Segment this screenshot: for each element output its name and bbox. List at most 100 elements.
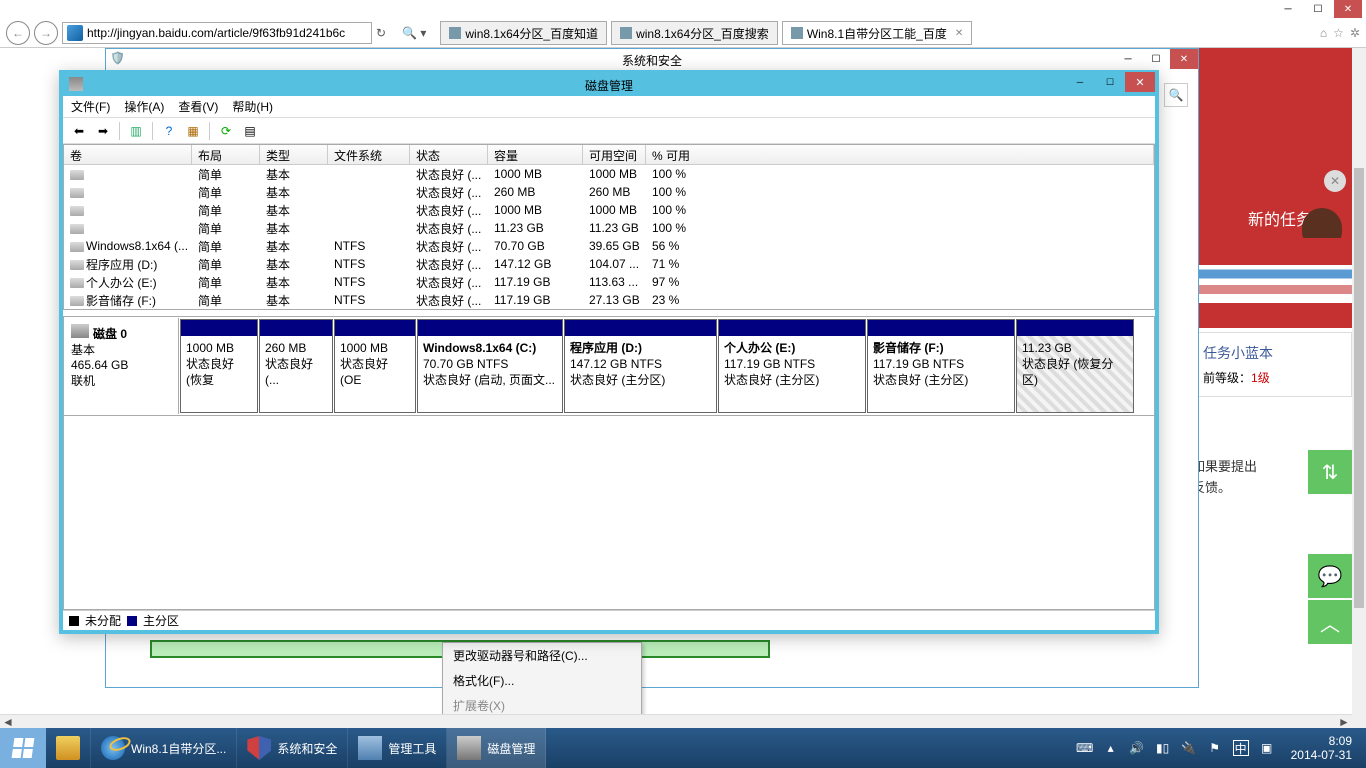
col-header[interactable]: % 可用 [646, 145, 1154, 164]
search-dropdown-icon[interactable]: 🔍 ▾ [402, 26, 426, 40]
volume-row[interactable]: 简单基本状态良好 (...11.23 GB11.23 GB100 % [64, 219, 1154, 237]
address-bar[interactable]: http://jingyan.baidu.com/article/9f63fb9… [62, 22, 372, 44]
volume-icon [70, 224, 84, 234]
search-icon[interactable]: 🔍 [1164, 83, 1188, 107]
toolbar-help-icon[interactable]: ? [159, 121, 179, 141]
browser-tab[interactable]: win8.1x64分区_百度知道 [440, 21, 607, 45]
side-action-top[interactable]: ︿ [1308, 600, 1352, 644]
toolbar-list-icon[interactable]: ▤ [240, 121, 260, 141]
partition-block[interactable]: 11.23 GB状态良好 (恢复分区) [1016, 319, 1134, 413]
browser-maximize-button[interactable]: ☐ [1304, 0, 1332, 18]
context-menu-item[interactable]: 格式化(F)... [443, 668, 641, 693]
partition-block[interactable]: 1000 MB状态良好 (恢复 [180, 319, 258, 413]
taskbar-app-diskmgmt[interactable]: 磁盘管理 [447, 728, 546, 768]
side-action-share[interactable]: ⇅ [1308, 450, 1352, 494]
side-action-comment[interactable]: 💬 [1308, 554, 1352, 598]
partition-block[interactable]: Windows8.1x64 (C:)70.70 GB NTFS状态良好 (启动,… [417, 319, 563, 413]
forward-button[interactable]: → [34, 21, 58, 45]
system-tray: ⌨ ▴ 🔊 ▮▯ 🔌 ⚑ 中 ▣ 8:09 2014-07-31 [1069, 728, 1366, 768]
window-maximize-button[interactable]: ☐ [1142, 49, 1170, 69]
volume-row[interactable]: 简单基本状态良好 (...1000 MB1000 MB100 % [64, 201, 1154, 219]
col-header[interactable]: 状态 [410, 145, 488, 164]
taskbar-app-security[interactable]: 系统和安全 [237, 728, 348, 768]
books-illustration [1192, 238, 1352, 328]
partition-block[interactable]: 程序应用 (D:)147.12 GB NTFS状态良好 (主分区) [564, 319, 717, 413]
context-menu-item[interactable]: 更改驱动器号和路径(C)... [443, 643, 641, 668]
dm-toolbar: ⬅ ➡ ▥ ? ▦ ⟳ ▤ [63, 118, 1155, 144]
volume-icon[interactable]: 🔊 [1129, 740, 1145, 756]
menu-view[interactable]: 查看(V) [178, 98, 218, 115]
network-icon[interactable]: ▮▯ [1155, 740, 1171, 756]
volume-icon [70, 206, 84, 216]
col-header[interactable]: 布局 [192, 145, 260, 164]
volume-row[interactable]: 简单基本状态良好 (...1000 MB1000 MB100 % [64, 165, 1154, 183]
settings-gear-icon[interactable]: ✲ [1350, 26, 1360, 40]
partition-block[interactable]: 个人办公 (E:)117.19 GB NTFS状态良好 (主分区) [718, 319, 866, 413]
browser-minimize-button[interactable]: ─ [1274, 0, 1302, 18]
taskbar-app-admintools[interactable]: 管理工具 [348, 728, 447, 768]
tab-close-icon[interactable]: ✕ [955, 28, 963, 39]
dm-maximize-button[interactable] [1095, 72, 1125, 92]
menu-file[interactable]: 文件(F) [71, 98, 110, 115]
taskbar-app-ie[interactable]: Win8.1自带分区... [91, 728, 237, 768]
page-sidebar: 新的任务哦！ 任务小蓝本 前等级：1级 如果要提出 反馈。 [1192, 48, 1352, 499]
toolbar-refresh-icon[interactable]: ⟳ [216, 121, 236, 141]
browser-tab[interactable]: win8.1x64分区_百度搜索 [611, 21, 778, 45]
col-header[interactable]: 卷 [64, 145, 192, 164]
browser-tab[interactable]: Win8.1自带分区工能_百度✕ [782, 21, 972, 45]
dm-legend: 未分配 主分区 [63, 610, 1155, 630]
taskbar-pinned-explorer[interactable] [46, 728, 91, 768]
volume-row[interactable]: 影音储存 (F:)简单基本NTFS状态良好 (...117.19 GB27.13… [64, 291, 1154, 309]
page-scrollbar[interactable] [1352, 48, 1366, 728]
close-bubble-icon[interactable]: ✕ [1324, 170, 1346, 192]
col-header[interactable]: 容量 [488, 145, 583, 164]
action-center-icon[interactable]: ⚑ [1207, 740, 1223, 756]
menu-help[interactable]: 帮助(H) [232, 98, 273, 115]
ime-indicator[interactable]: 中 [1233, 740, 1249, 756]
partition-block[interactable]: 260 MB状态良好 (... [259, 319, 333, 413]
keyboard-icon[interactable]: ⌨ [1077, 740, 1093, 756]
col-header[interactable]: 可用空间 [583, 145, 646, 164]
volume-row[interactable]: 程序应用 (D:)简单基本NTFS状态良好 (...147.12 GB104.0… [64, 255, 1154, 273]
dm-minimize-button[interactable] [1065, 72, 1095, 92]
col-header[interactable]: 类型 [260, 145, 328, 164]
dm-close-button[interactable] [1125, 72, 1155, 92]
start-button[interactable] [0, 728, 46, 768]
volume-list: 卷 布局 类型 文件系统 状态 容量 可用空间 % 可用 简单基本状态良好 (.… [63, 144, 1155, 310]
battery-icon[interactable]: 🔌 [1181, 740, 1197, 756]
partition-block[interactable]: 影音储存 (F:)117.19 GB NTFS状态良好 (主分区) [867, 319, 1015, 413]
col-header[interactable]: 文件系统 [328, 145, 410, 164]
toolbar-show-hide-icon[interactable]: ▥ [126, 121, 146, 141]
favorites-icon[interactable]: ☆ [1333, 26, 1344, 40]
browser-close-button[interactable]: ✕ [1334, 0, 1362, 18]
scrollbar-thumb[interactable] [1354, 168, 1364, 608]
horizontal-scrollbar[interactable]: ◄ ► [0, 714, 1352, 728]
toolbar-back-icon[interactable]: ⬅ [69, 121, 89, 141]
disk-info-panel[interactable]: 磁盘 0 基本 465.64 GB 联机 [65, 318, 179, 414]
window-close-button[interactable]: ✕ [1170, 49, 1198, 69]
task-box: 任务小蓝本 前等级：1级 [1192, 332, 1352, 397]
volume-row[interactable]: 个人办公 (E:)简单基本NTFS状态良好 (...117.19 GB113.6… [64, 273, 1154, 291]
hscroll-left-icon[interactable]: ◄ [0, 715, 16, 729]
toolbar-forward-icon[interactable]: ➡ [93, 121, 113, 141]
toolbar-view-icon[interactable]: ▦ [183, 121, 203, 141]
menu-action[interactable]: 操作(A) [124, 98, 164, 115]
refresh-icon[interactable]: ↻ [376, 26, 386, 40]
home-icon[interactable]: ⌂ [1320, 26, 1327, 40]
legend-label: 主分区 [143, 612, 179, 629]
partition-block[interactable]: 1000 MB状态良好 (OE [334, 319, 416, 413]
dm-titlebar[interactable]: 磁盘管理 [63, 74, 1155, 96]
window-minimize-button[interactable]: ─ [1114, 49, 1142, 69]
file-explorer-icon [56, 736, 80, 760]
task-title[interactable]: 任务小蓝本 [1203, 343, 1341, 363]
back-button[interactable]: ← [6, 21, 30, 45]
tray-misc-icon[interactable]: ▣ [1259, 740, 1275, 756]
context-menu: 更改驱动器号和路径(C)... 格式化(F)... 扩展卷(X) [442, 642, 642, 719]
dm-menubar: 文件(F) 操作(A) 查看(V) 帮助(H) [63, 96, 1155, 118]
hscroll-right-icon[interactable]: ► [1336, 715, 1352, 729]
volume-row[interactable]: Windows8.1x64 (...简单基本NTFS状态良好 (...70.70… [64, 237, 1154, 255]
taskbar-clock[interactable]: 8:09 2014-07-31 [1285, 734, 1358, 763]
tab-favicon-icon [449, 27, 461, 39]
tray-expand-icon[interactable]: ▴ [1103, 740, 1119, 756]
volume-row[interactable]: 简单基本状态良好 (...260 MB260 MB100 % [64, 183, 1154, 201]
